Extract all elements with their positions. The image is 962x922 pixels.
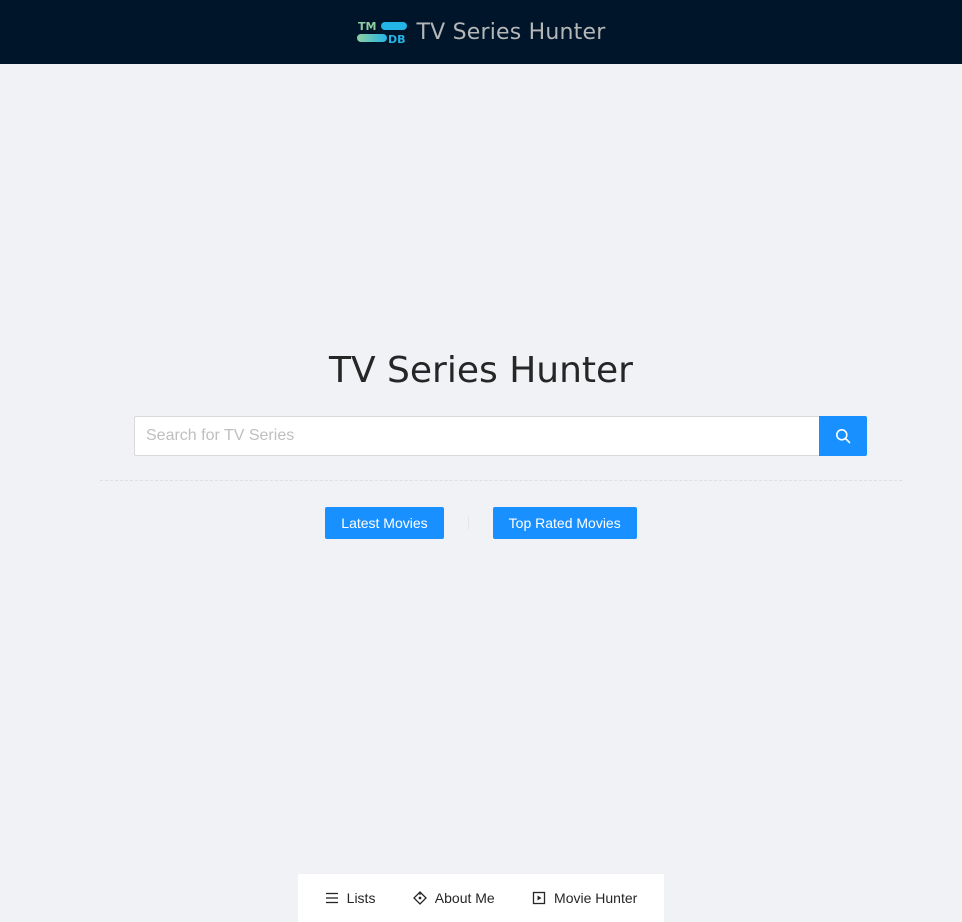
page-title: TV Series Hunter (329, 350, 633, 391)
search-icon (836, 429, 851, 444)
search-input[interactable] (134, 416, 819, 456)
vertical-divider (467, 516, 469, 530)
nav-item-label: About Me (434, 890, 495, 906)
top-header: TM DB TV Series Hunter (0, 0, 962, 64)
svg-text:DB: DB (388, 33, 406, 44)
nav-item-label: Movie Hunter (554, 890, 638, 906)
header-title: TV Series Hunter (416, 19, 606, 45)
menu-icon (325, 892, 338, 904)
diamond-icon (412, 891, 427, 905)
nav-item-lists[interactable]: Lists (325, 890, 376, 906)
action-buttons: Latest Movies Top Rated Movies (0, 507, 962, 539)
nav-item-about-me[interactable]: About Me (412, 890, 495, 906)
latest-movies-button[interactable]: Latest Movies (325, 507, 444, 539)
search-button[interactable] (819, 416, 867, 456)
svg-text:TM: TM (358, 20, 376, 33)
nav-item-movie-hunter[interactable]: Movie Hunter (532, 890, 637, 906)
section-divider (100, 480, 902, 481)
nav-item-label: Lists (346, 890, 376, 906)
bottom-nav: Lists About Me Movie Hunter (298, 874, 664, 922)
play-square-icon (532, 891, 546, 905)
brand[interactable]: TM DB TV Series Hunter (356, 19, 606, 45)
search-bar (134, 416, 867, 456)
tmdb-logo: TM DB (356, 20, 407, 44)
top-rated-movies-button[interactable]: Top Rated Movies (492, 507, 637, 539)
